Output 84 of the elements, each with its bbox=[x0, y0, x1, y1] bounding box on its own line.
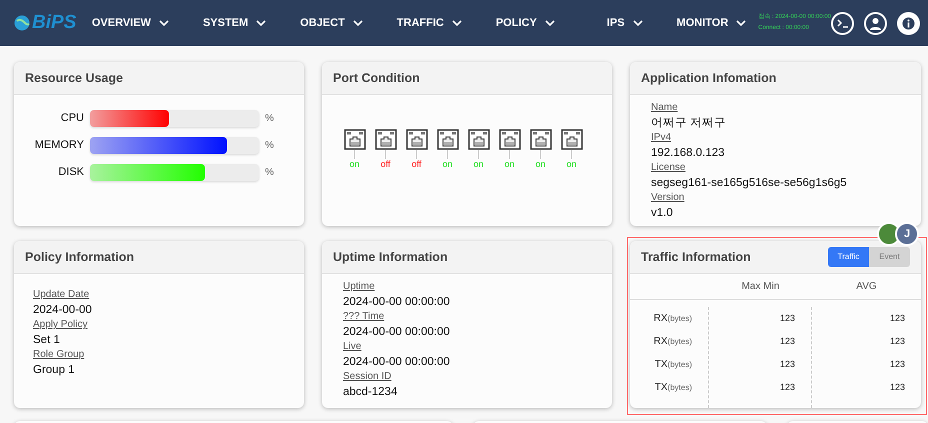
row-label: RX(bytes) bbox=[652, 312, 693, 326]
field-label: Apply Policy bbox=[33, 318, 88, 332]
table-cell-text: 123 bbox=[888, 312, 906, 325]
port-status: on bbox=[535, 159, 546, 170]
chevron-down-icon bbox=[452, 20, 462, 26]
table-cell-text: 123 bbox=[778, 334, 796, 348]
chevron-down-icon bbox=[632, 20, 643, 26]
nav-menu-item[interactable]: SYSTEM bbox=[202, 14, 266, 32]
field-label: Version bbox=[651, 191, 686, 205]
chevron-down-icon bbox=[736, 20, 746, 26]
chevron-down-icon bbox=[158, 20, 169, 26]
ethernet-port-icon bbox=[468, 129, 490, 150]
resource-label: CPU bbox=[60, 111, 85, 126]
table-cell-text: 123 bbox=[778, 312, 796, 325]
ethernet-port-icon bbox=[406, 129, 428, 150]
field-value: 2024-00-00 00:00:00 bbox=[343, 325, 451, 340]
column-header: AVG bbox=[812, 274, 921, 300]
port-status: off bbox=[380, 159, 390, 170]
field-value: 2024-00-00 00:00:00 bbox=[343, 295, 451, 310]
table-cell-text: 123 bbox=[888, 334, 906, 348]
column-header: Max Min bbox=[709, 274, 812, 300]
field-value: 어쩌구 저쩌구 bbox=[651, 116, 728, 131]
globe-logo-icon bbox=[14, 15, 30, 31]
card-title: Resource Usage bbox=[25, 70, 123, 87]
chevron-down-icon bbox=[256, 20, 266, 26]
chevron-down-icon bbox=[352, 20, 363, 26]
ethernet-port-icon bbox=[560, 129, 582, 150]
resource-label: DISK bbox=[57, 165, 85, 180]
port-status: on bbox=[473, 159, 484, 170]
port-status: off bbox=[412, 159, 422, 170]
field-label: Session ID bbox=[343, 370, 392, 384]
field-label: Uptime bbox=[343, 280, 376, 294]
field-label: Name bbox=[651, 101, 679, 115]
card-title: Application Infomation bbox=[641, 70, 776, 87]
table-cell-text: 123 bbox=[778, 380, 796, 394]
field-label: ??? Time bbox=[343, 310, 386, 324]
ethernet-port-icon bbox=[344, 129, 366, 150]
card-title: Uptime Information bbox=[333, 248, 448, 266]
nav-menu-item[interactable]: IPS bbox=[606, 14, 643, 32]
field-value: Set 1 bbox=[33, 333, 61, 348]
field-value: abcd-1234 bbox=[343, 385, 398, 400]
nav-menu-item[interactable]: OVERVIEW bbox=[92, 14, 169, 32]
chevron-down-icon bbox=[544, 20, 555, 26]
logo-text: BiPS bbox=[32, 10, 76, 35]
toggle-tab[interactable]: Traffic bbox=[828, 247, 869, 267]
ethernet-port-icon bbox=[374, 129, 396, 150]
field-value: segseg161-se165g516se-se56g1s6g5 bbox=[651, 176, 848, 191]
info-icon[interactable] bbox=[897, 12, 920, 34]
field-label: Update Date bbox=[33, 288, 90, 302]
ethernet-port-icon bbox=[498, 129, 520, 150]
field-value: 192.168.0.123 bbox=[651, 146, 726, 161]
port-status: on bbox=[349, 159, 360, 170]
user-icon[interactable] bbox=[864, 12, 887, 34]
nav-menu-item[interactable]: OBJECT bbox=[300, 14, 363, 32]
field-value: v1.0 bbox=[651, 206, 674, 221]
field-value: Group 1 bbox=[33, 363, 76, 378]
port-status: on bbox=[504, 159, 514, 170]
field-label: Live bbox=[343, 340, 362, 354]
percent-unit: % bbox=[265, 139, 274, 153]
table-cell-text: 123 bbox=[778, 358, 796, 371]
percent-unit: % bbox=[265, 166, 274, 180]
card-title: Traffic Information bbox=[641, 248, 751, 266]
port-status: on bbox=[442, 159, 452, 170]
card-title: Policy Information bbox=[25, 248, 134, 266]
ethernet-port-icon bbox=[530, 129, 552, 150]
percent-unit: % bbox=[265, 112, 274, 126]
field-label: License bbox=[651, 161, 686, 175]
resource-label: MEMORY bbox=[34, 138, 85, 154]
row-label: TX(bytes) bbox=[654, 381, 693, 395]
terminal-icon[interactable] bbox=[831, 12, 854, 34]
nav-menu-item[interactable]: TRAFFIC bbox=[396, 14, 462, 32]
port-status: on bbox=[566, 159, 576, 170]
table-cell-text: 123 bbox=[888, 380, 906, 394]
field-label: IPv4 bbox=[651, 131, 672, 145]
ethernet-port-icon bbox=[436, 129, 458, 150]
field-label: Role Group bbox=[33, 348, 86, 362]
row-label: RX(bytes) bbox=[652, 335, 693, 349]
card-title: Port Condition bbox=[333, 70, 420, 87]
nav-menu-item[interactable]: POLICY bbox=[496, 14, 555, 32]
nav-menu-item[interactable]: MONITOR bbox=[676, 14, 746, 32]
row-label: TX(bytes) bbox=[654, 358, 693, 372]
field-value: 2024-00-00 bbox=[33, 303, 93, 318]
table-cell-text: 123 bbox=[888, 358, 906, 371]
field-value: 2024-00-00 00:00:00 bbox=[343, 355, 451, 370]
